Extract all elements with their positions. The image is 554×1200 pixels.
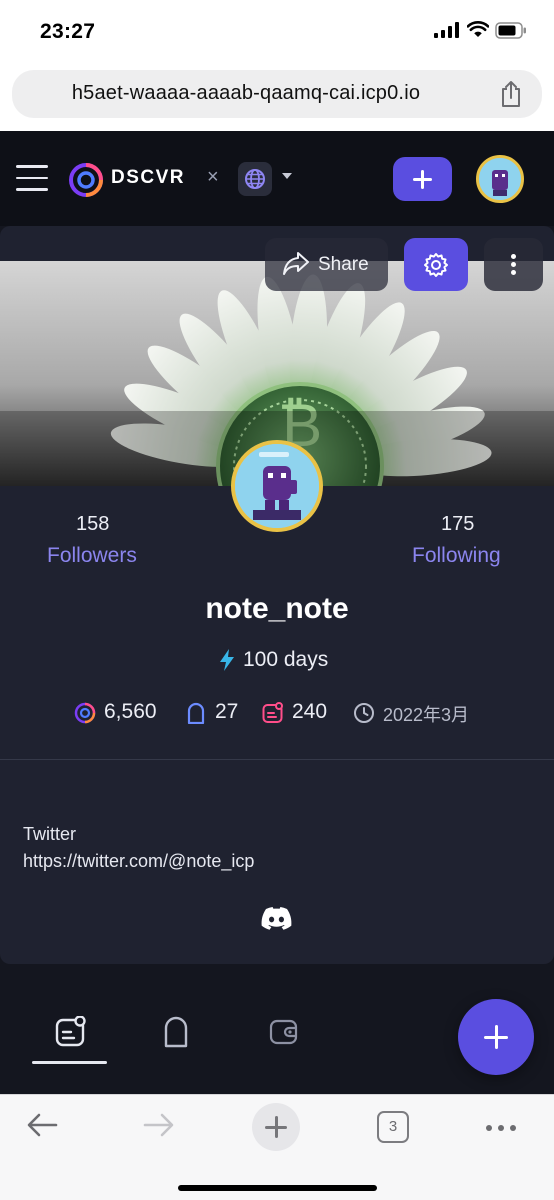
wifi-icon — [467, 21, 489, 37]
status-time: 23:27 — [40, 20, 96, 43]
joined-date: 2022年3月 — [383, 705, 470, 725]
tab-posts[interactable] — [55, 1015, 87, 1053]
profile-username: note_note — [205, 592, 349, 625]
posts-tab-icon — [55, 1015, 86, 1047]
share-arrow-icon — [283, 252, 309, 275]
kebab-dot — [511, 254, 516, 259]
portal-icon — [187, 702, 205, 724]
posts-value: 240 — [292, 700, 328, 723]
home-indicator — [178, 1185, 377, 1191]
tabs-button[interactable]: 3 — [377, 1111, 409, 1143]
browser-share-icon[interactable] — [500, 80, 522, 108]
user-avatar[interactable] — [476, 155, 524, 203]
portal-selector[interactable] — [238, 162, 272, 196]
menu-dot — [486, 1125, 492, 1131]
app-viewport: DSCVR × ₿ Share 158 Followers 175 Follow… — [0, 131, 554, 1094]
share-label: Share — [318, 254, 369, 275]
top-nav: DSCVR × — [0, 131, 554, 226]
brand-name[interactable]: DSCVR — [111, 167, 185, 189]
followers-link[interactable]: Followers — [47, 544, 137, 568]
following-count[interactable]: 175 — [441, 513, 474, 536]
globe-icon — [245, 169, 265, 189]
cellular-signal-icon — [434, 22, 459, 38]
posts-icon — [262, 702, 283, 723]
lightning-icon — [220, 649, 234, 671]
floating-create-button[interactable] — [458, 999, 534, 1075]
profile-metrics: 6,560 27 240 2022年3月 — [0, 698, 554, 728]
bio-link[interactable]: https://twitter.com/@note_icp — [23, 851, 254, 872]
tab-wallet[interactable] — [269, 1016, 299, 1053]
points-value: 6,560 — [104, 700, 157, 723]
address-bar[interactable]: h5aet-waaaa-aaaab-qaamq-cai.icp0.io — [12, 70, 542, 118]
bio-title: Twitter — [23, 824, 77, 844]
profile-card: ₿ Share 158 Followers 175 Following note… — [0, 226, 554, 964]
followers-count[interactable]: 158 — [76, 513, 109, 536]
create-post-button[interactable] — [393, 157, 452, 201]
portals-value: 27 — [215, 700, 239, 723]
battery-icon — [495, 22, 526, 39]
separator-icon: × — [207, 166, 219, 188]
tab-portals[interactable] — [163, 1016, 189, 1053]
menu-dot — [498, 1125, 504, 1131]
dscvr-logo-icon[interactable] — [68, 162, 104, 198]
kebab-dot — [511, 270, 516, 275]
forward-arrow-icon[interactable] — [143, 1111, 175, 1139]
menu-icon[interactable] — [16, 165, 48, 191]
back-arrow-icon[interactable] — [26, 1111, 58, 1139]
clock-icon — [354, 703, 374, 723]
divider — [0, 759, 554, 760]
wallet-icon — [269, 1019, 298, 1045]
url-text[interactable]: h5aet-waaaa-aaaab-qaamq-cai.icp0.io — [12, 82, 480, 105]
status-bar: 23:27 — [0, 0, 554, 62]
menu-dot — [510, 1125, 516, 1131]
streak-text: 100 days — [243, 648, 329, 671]
portal-tab-icon — [164, 1016, 188, 1048]
discord-icon[interactable] — [261, 906, 292, 930]
chevron-down-icon[interactable] — [282, 173, 292, 179]
share-button[interactable]: Share — [265, 238, 388, 291]
more-options-button[interactable] — [484, 238, 543, 291]
gear-icon — [424, 253, 448, 277]
dscvr-points-icon — [74, 702, 96, 724]
profile-avatar — [231, 440, 323, 532]
settings-button[interactable] — [404, 238, 468, 291]
kebab-dot — [511, 262, 516, 267]
following-link[interactable]: Following — [412, 544, 501, 568]
active-tab-indicator — [32, 1061, 107, 1064]
new-tab-button[interactable] — [252, 1103, 300, 1151]
